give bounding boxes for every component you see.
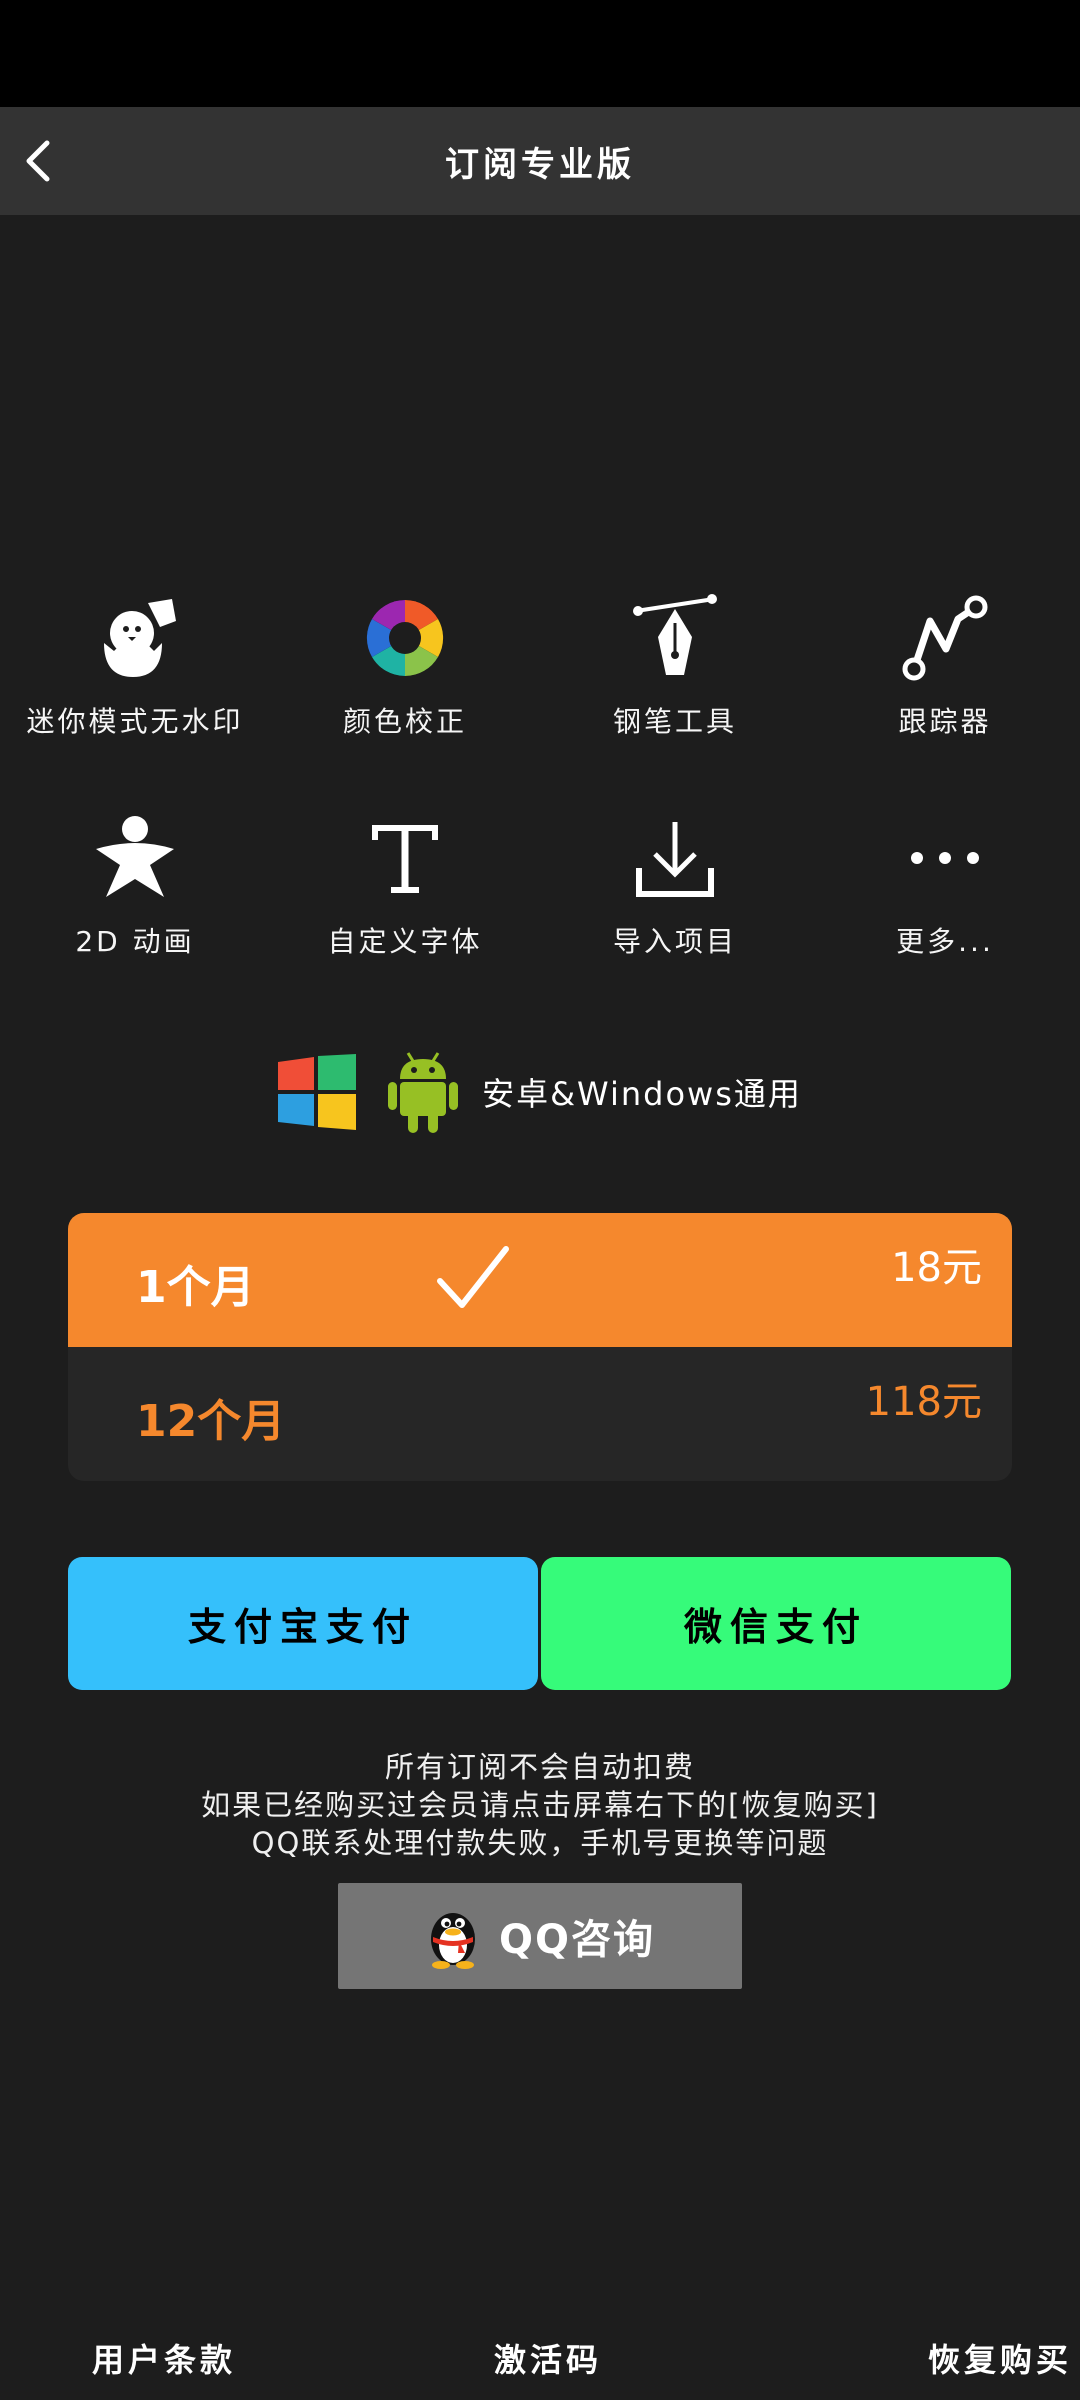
feature-label: 更多... [896,925,994,958]
android-logo-icon [388,1052,459,1133]
import-download-icon [627,810,723,906]
status-bar [0,0,1080,107]
feature-label: 迷你模式无水印 [26,705,244,738]
color-wheel-icon [357,590,453,686]
chevron-left-icon [26,140,50,182]
feature-label: 跟踪器 [898,705,992,738]
feature-more[interactable]: 更多... [810,810,1080,960]
plan-name: 1个月 [136,1262,255,1313]
feature-label: 颜色校正 [342,705,467,738]
feature-2d-animation: 2D 动画 [0,810,270,960]
note-line: QQ联系处理付款失败，手机号更换等问题 [251,1826,829,1860]
wechat-pay-button[interactable]: 微信支付 [541,1557,1011,1690]
subscription-notes: 所有订阅不会自动扣费 如果已经购买过会员请点击屏幕右下的[恢复购买] QQ联系处… [0,1748,1080,1862]
feature-color-correction: 颜色校正 [270,590,540,740]
more-dots-icon [897,810,993,906]
compat-text: 安卓&Windows通用 [482,1075,802,1113]
feature-label: 2D 动画 [75,925,195,958]
feature-label: 钢笔工具 [612,705,737,738]
restore-purchase-link[interactable]: 恢复购买 [928,2335,1072,2381]
feature-custom-font: 自定义字体 [270,810,540,960]
qq-consult-button[interactable]: QQ咨询 [338,1883,742,1989]
activation-code-link[interactable]: 激活码 [494,2335,602,2381]
windows-logo-icon [278,1054,357,1130]
checkmark-icon [437,1246,509,1308]
chick-egg-icon [87,590,183,686]
tracker-icon [897,590,993,686]
plan-name: 12个月 [136,1396,286,1447]
user-terms-link[interactable]: 用户条款 [92,2335,236,2381]
plan-option-12-months[interactable]: 12个月 118元 [68,1347,1012,1481]
pen-tool-icon [627,590,723,686]
plan-price: 18元 [891,1245,982,1291]
qq-penguin-icon [430,1913,475,1969]
alipay-button[interactable]: 支付宝支付 [68,1557,538,1690]
font-t-icon [357,810,453,906]
plan-price: 118元 [865,1379,982,1425]
page-title: 订阅专业版 [445,144,635,185]
plan-selector: 1个月 18元 12个月 118元 [68,1213,1012,1481]
qq-button-label: QQ咨询 [498,1917,655,1963]
platform-compat: 安卓&Windows通用 [0,1052,1080,1133]
2d-figure-icon [87,810,183,906]
back-button[interactable] [6,129,70,193]
feature-tracker: 跟踪器 [810,590,1080,740]
note-line: 所有订阅不会自动扣费 [384,1750,695,1784]
feature-pen-tool: 钢笔工具 [540,590,810,740]
feature-mini-mode: 迷你模式无水印 [0,590,270,740]
feature-import-project: 导入项目 [540,810,810,960]
feature-label: 自定义字体 [327,925,483,958]
plan-option-1-month[interactable]: 1个月 18元 [68,1213,1012,1347]
note-line: 如果已经购买过会员请点击屏幕右下的[恢复购买] [201,1788,879,1822]
feature-label: 导入项目 [612,925,737,958]
top-bar: 订阅专业版 [0,107,1080,215]
